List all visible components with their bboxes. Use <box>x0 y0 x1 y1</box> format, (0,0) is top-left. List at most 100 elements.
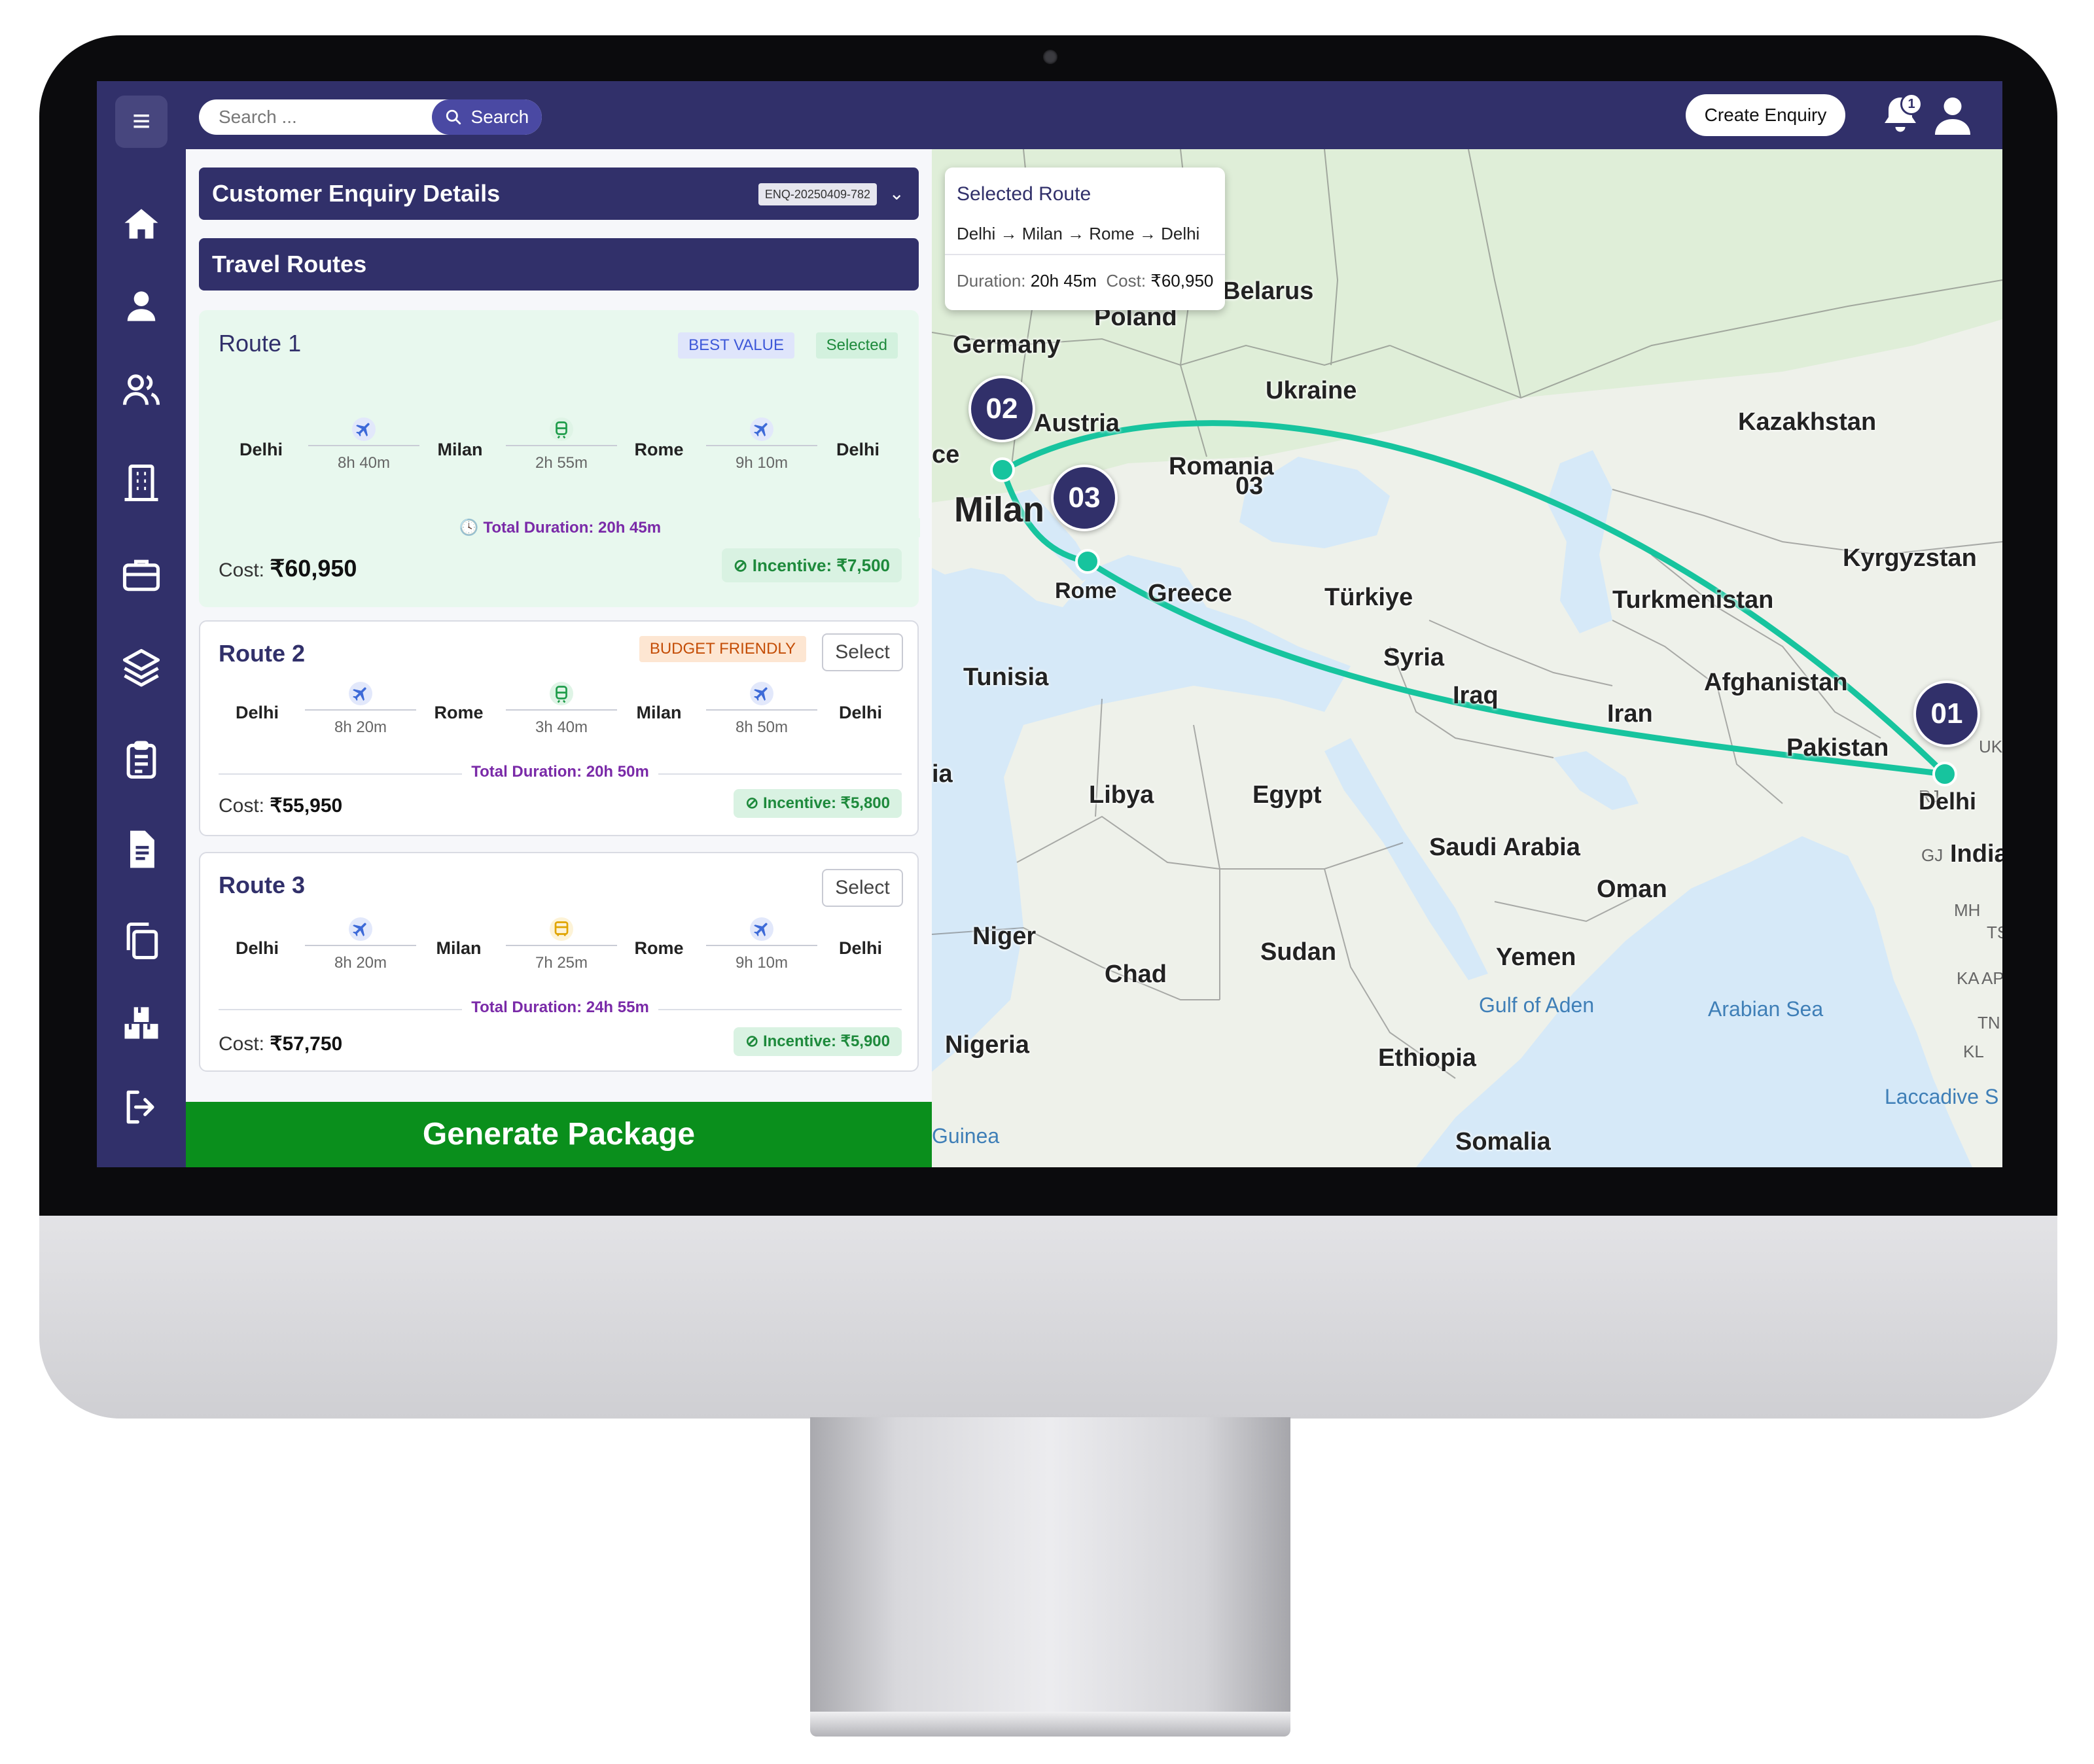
document-icon[interactable] <box>119 827 164 872</box>
route-cost: Cost: ₹55,950 <box>219 795 343 817</box>
country-label: Oman <box>1597 875 1667 903</box>
stop-dot-milan[interactable] <box>990 457 1015 482</box>
country-label: Germany <box>953 331 1061 359</box>
country-label: Iran <box>1607 700 1653 728</box>
stop: Milan <box>437 440 483 459</box>
home-icon[interactable] <box>119 202 164 246</box>
search-bar: Search <box>199 99 542 135</box>
country-label: Sudan <box>1260 938 1337 966</box>
country-label: Yemen <box>1496 944 1576 971</box>
leg-duration: 8h 50m <box>735 718 789 736</box>
map-marker-01[interactable]: 01 <box>1913 680 1980 747</box>
stop-origin: Delhi <box>235 703 279 722</box>
stop: Rome <box>634 938 684 958</box>
enquiry-header[interactable]: Customer Enquiry Details ENQ-20250409-78… <box>199 168 919 220</box>
city-label-delhi: Delhi <box>1919 788 1977 815</box>
state-label: MH <box>1954 900 1981 920</box>
total-duration: 🕓 Total Duration: 20h 45m <box>200 518 920 537</box>
route-card-3[interactable]: Route 3 Select Delhi 8h 20m Milan 7h 25m… <box>199 852 919 1072</box>
country-label: Somalia <box>1455 1128 1551 1155</box>
country-label: Kyrgyzstan <box>1843 544 1977 572</box>
route-card-2[interactable]: Route 2 BUDGET FRIENDLY Select Delhi 8h … <box>199 620 919 836</box>
map-marker-03[interactable]: 03 <box>1051 465 1118 531</box>
enquiry-id-badge: ENQ-20250409-782 <box>758 183 877 205</box>
plane-icon <box>352 417 376 441</box>
search-icon <box>445 107 467 127</box>
leg-duration: 3h 40m <box>535 718 588 736</box>
country-label: Ethiopia <box>1378 1044 1476 1072</box>
leg-duration: 2h 55m <box>535 454 588 472</box>
clipboard-icon[interactable] <box>119 738 164 783</box>
state-label: TS <box>1987 923 2002 942</box>
water-label: Gulf of Aden <box>1479 993 1595 1017</box>
incentive-badge: ⊘ Incentive: ₹7,500 <box>721 548 902 582</box>
incentive-badge: ⊘ Incentive: ₹5,900 <box>734 1027 902 1056</box>
monitor-chin <box>39 1216 2057 1419</box>
sidebar <box>97 149 186 1167</box>
state-label: GJ <box>1921 845 1943 865</box>
map-marker-02[interactable]: 02 <box>968 376 1035 442</box>
copy-icon[interactable] <box>119 919 164 963</box>
country-label: Syria <box>1383 644 1444 671</box>
popup-meta: Duration: 20h 45m Cost: ₹60,950 <box>957 271 1214 291</box>
check-circle-icon: ⊘ <box>745 794 763 812</box>
route-card-1[interactable]: Route 1 BEST VALUE Selected Delhi 8h 40m… <box>199 310 920 607</box>
stop-dot-delhi[interactable] <box>1932 762 1957 786</box>
map-fragment-label: ce <box>932 441 960 468</box>
stop: Rome <box>634 440 684 459</box>
city-label-milan: Milan <box>954 490 1045 529</box>
layers-icon[interactable] <box>119 645 164 690</box>
building-icon[interactable] <box>119 461 164 505</box>
country-label: Guinea <box>932 1124 1000 1148</box>
leg-duration: 8h 40m <box>337 454 391 472</box>
country-label: Chad <box>1105 961 1167 988</box>
search-input[interactable] <box>199 99 435 135</box>
country-label: Greece <box>1148 580 1232 607</box>
stop: Milan <box>636 703 682 722</box>
create-enquiry-button[interactable]: Create Enquiry <box>1686 94 1845 136</box>
select-route-button[interactable]: Select <box>822 633 903 671</box>
popup-route: Delhi → Milan → Rome → Delhi <box>957 224 1200 243</box>
check-circle-icon: ⊘ <box>745 1032 763 1050</box>
search-button[interactable]: Search <box>432 99 542 135</box>
select-route-button[interactable]: Select <box>822 869 903 907</box>
leg-duration: 7h 25m <box>535 954 588 972</box>
stop: Milan <box>436 938 482 958</box>
stop-origin: Delhi <box>235 938 279 958</box>
generate-package-button[interactable]: Generate Package <box>186 1102 932 1167</box>
camera-icon <box>1043 50 1057 64</box>
plane-icon <box>349 917 372 941</box>
chevron-down-icon[interactable]: ⌄ <box>889 168 904 220</box>
app-screen: ≡ Search Create Enquiry 1 <box>97 81 2002 1167</box>
route-map[interactable]: Germany Poland Belarus Ukraine Austria R… <box>932 149 2002 1167</box>
boxes-icon[interactable] <box>119 1000 164 1044</box>
bus-icon <box>550 917 573 941</box>
briefcase-icon[interactable] <box>119 552 164 597</box>
users-icon[interactable] <box>119 368 164 412</box>
popup-title: Selected Route <box>957 183 1091 205</box>
route-title: Route 3 <box>219 872 306 898</box>
check-circle-icon: ⊘ <box>733 556 753 575</box>
leg-duration: 9h 10m <box>735 454 789 472</box>
state-label: KA <box>1957 968 1979 988</box>
monitor-stand <box>810 1417 1290 1717</box>
user-icon[interactable] <box>119 284 164 328</box>
water-label: Laccadive S <box>1885 1085 1999 1108</box>
monitor-stand-foot <box>810 1712 1290 1737</box>
stop-destination: Delhi <box>838 938 882 958</box>
country-label: Turkmenistan <box>1612 586 1774 614</box>
state-label: UK <box>1979 737 2002 756</box>
route-cost: Cost: ₹57,750 <box>219 1033 343 1055</box>
logout-icon[interactable] <box>119 1085 164 1129</box>
stop-dot-rome[interactable] <box>1075 549 1100 574</box>
train-icon <box>550 417 573 441</box>
plane-icon <box>750 682 773 705</box>
enquiry-title: Customer Enquiry Details <box>212 180 501 207</box>
map-fragment-label: 03 <box>1235 472 1264 500</box>
user-avatar-icon[interactable] <box>1929 92 1976 139</box>
top-bar: ≡ Search Create Enquiry 1 <box>97 81 2002 149</box>
map-fragment-label: ia <box>932 760 953 788</box>
hamburger-menu-icon[interactable]: ≡ <box>115 96 168 148</box>
incentive-badge: ⊘ Incentive: ₹5,800 <box>734 789 902 818</box>
country-label: Libya <box>1089 781 1154 809</box>
